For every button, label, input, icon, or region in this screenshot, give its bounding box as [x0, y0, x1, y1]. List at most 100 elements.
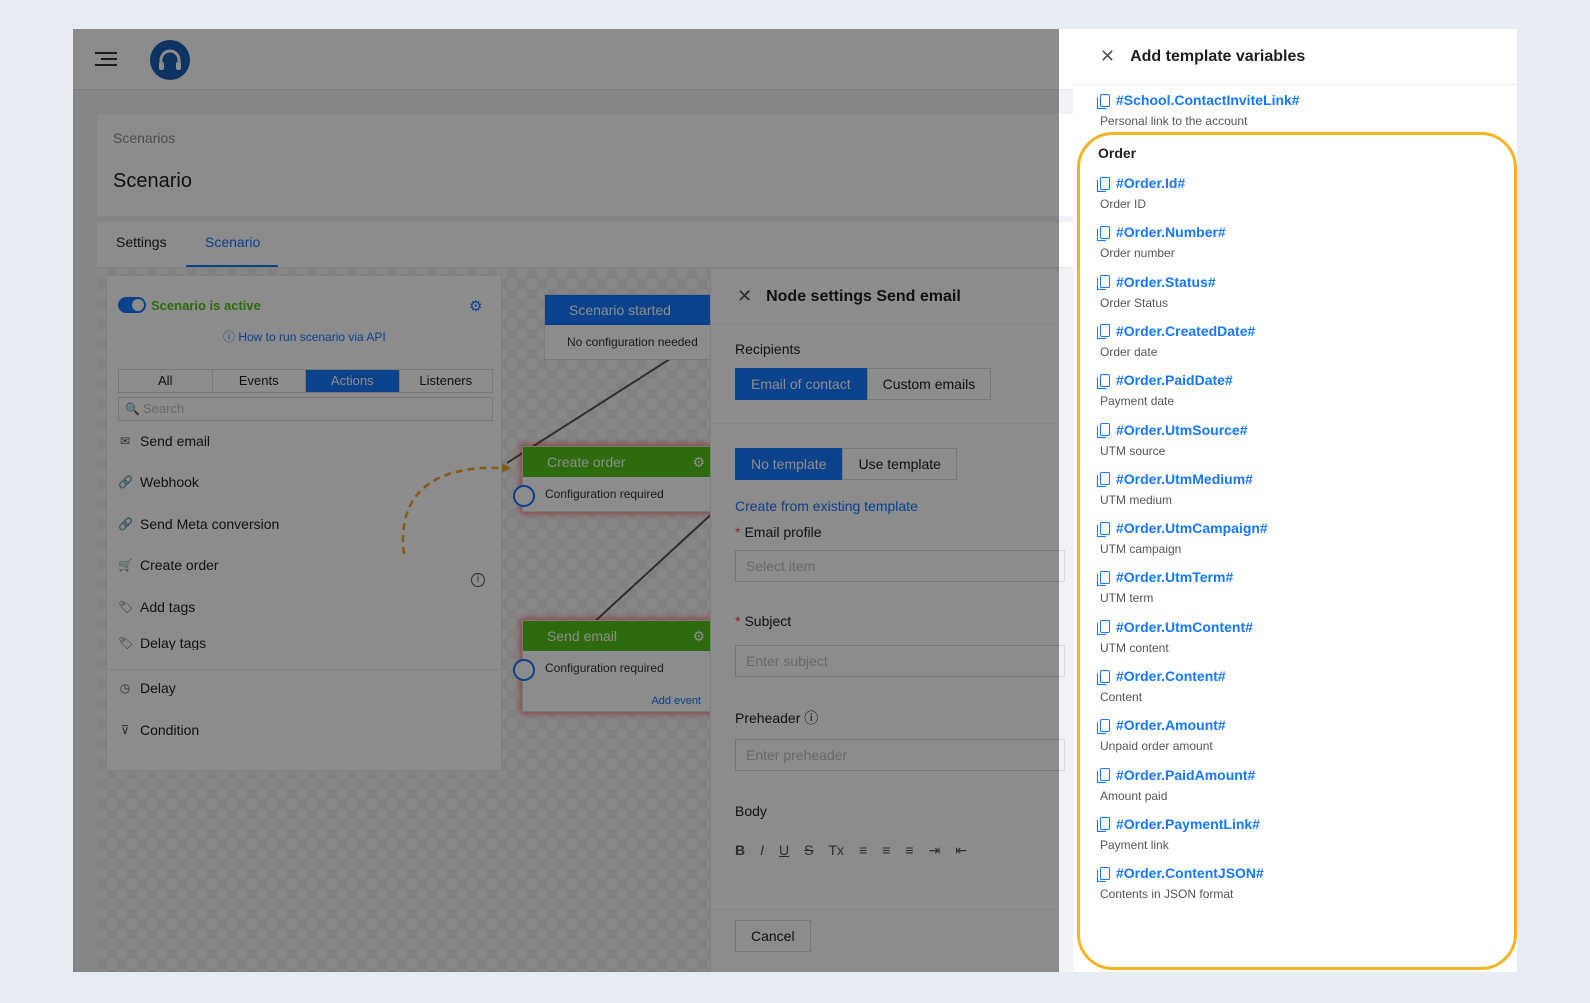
variable-desc: Order date	[1100, 344, 1158, 359]
variable-desc: UTM content	[1100, 640, 1169, 655]
variable-item[interactable]: #School.ContactInviteLink# Personal link…	[1097, 92, 1300, 128]
variable-code[interactable]: #Order.UtmContent#	[1116, 619, 1253, 635]
copy-icon[interactable]	[1097, 324, 1110, 340]
copy-icon[interactable]	[1097, 423, 1110, 438]
scenario-canvas[interactable]: Scenario is active ⚙ ⓘ How to run scenar…	[97, 269, 724, 972]
variable-code[interactable]: #Order.UtmMedium#	[1116, 471, 1253, 487]
node-input-port[interactable]	[513, 659, 535, 681]
email-of-contact-button[interactable]: Email of contact	[735, 368, 867, 400]
variable-code[interactable]: #Order.Number#	[1116, 224, 1226, 240]
copy-icon[interactable]	[1097, 817, 1110, 833]
align-left-button[interactable]: ≡	[859, 842, 867, 859]
copy-icon[interactable]	[1097, 570, 1110, 586]
variable-item[interactable]: #Order.Status# Order Status	[1097, 274, 1216, 310]
node-create-order[interactable]: Create order ⚙ Configuration required	[513, 446, 712, 512]
page-title: Scenario	[113, 170, 192, 192]
italic-button[interactable]: I	[760, 842, 764, 859]
template-variables-panel: ✕ Add template variables #School.Contact…	[1073, 29, 1517, 972]
variable-item[interactable]: #Order.Content# Content	[1097, 668, 1226, 704]
variable-desc: Amount paid	[1100, 788, 1168, 803]
subject-input[interactable]: Enter subject	[735, 645, 1065, 677]
editor-toolbar: B I U S Tx ≡ ≡ ≡ ⇥ ⇤	[735, 842, 967, 859]
underline-button[interactable]: U	[779, 842, 789, 859]
breadcrumb[interactable]: Scenarios	[113, 130, 175, 146]
connection-line	[591, 508, 717, 625]
copy-icon[interactable]	[1097, 225, 1110, 241]
variable-item[interactable]: #Order.UtmMedium# UTM medium	[1097, 471, 1253, 507]
recipients-switch: Email of contact Custom emails	[735, 368, 992, 400]
variable-code[interactable]: #Order.PaidAmount#	[1116, 767, 1255, 783]
copy-icon[interactable]	[1097, 373, 1110, 389]
variable-item[interactable]: #Order.Id# Order ID	[1097, 175, 1185, 211]
variable-code[interactable]: #Order.UtmCampaign#	[1116, 520, 1268, 536]
use-template-button[interactable]: Use template	[842, 448, 957, 480]
variable-code[interactable]: #Order.CreatedDate#	[1116, 323, 1255, 339]
copy-icon[interactable]	[1097, 176, 1110, 192]
variable-code[interactable]: #School.ContactInviteLink#	[1116, 92, 1300, 108]
indent-button[interactable]: ⇥	[929, 842, 941, 859]
panel-title: Add template variables	[1130, 47, 1306, 65]
variable-item[interactable]: #Order.UtmCampaign# UTM campaign	[1097, 520, 1268, 556]
variable-code[interactable]: #Order.UtmSource#	[1116, 422, 1248, 438]
clear-format-button[interactable]: Tx	[828, 842, 844, 859]
variable-code[interactable]: #Order.PaidDate#	[1116, 372, 1233, 388]
variable-item[interactable]: #Order.PaymentLink# Payment link	[1097, 816, 1260, 852]
menu-icon[interactable]	[95, 50, 117, 68]
variable-item[interactable]: #Order.UtmContent# UTM content	[1097, 619, 1253, 655]
node-send-email[interactable]: Send email ⚙ Configuration required Add ev…	[513, 620, 712, 712]
node-settings-drawer: ✕ Node settings Send email Recipients Em…	[710, 269, 1065, 972]
variable-item[interactable]: #Order.UtmTerm# UTM term	[1097, 569, 1233, 605]
recipients-label: Recipients	[735, 341, 801, 357]
variable-code[interactable]: #Order.ContentJSON#	[1116, 865, 1264, 881]
copy-icon[interactable]	[1097, 620, 1110, 636]
align-right-button[interactable]: ≡	[905, 842, 913, 859]
copy-icon[interactable]	[1097, 93, 1110, 109]
variable-code[interactable]: #Order.Amount#	[1116, 717, 1226, 733]
variable-desc: Order ID	[1100, 197, 1147, 211]
bold-button[interactable]: B	[735, 842, 745, 859]
variable-code[interactable]: #Order.Status#	[1116, 274, 1216, 290]
copy-icon[interactable]	[1097, 768, 1110, 784]
strikethrough-button[interactable]: S	[804, 842, 813, 859]
copy-icon[interactable]	[1097, 669, 1110, 685]
info-icon[interactable]: ⓘ	[804, 710, 818, 726]
node-input-port[interactable]	[513, 485, 535, 507]
variable-item[interactable]: #Order.Amount# Unpaid order amount	[1097, 717, 1226, 753]
copy-icon[interactable]	[1097, 275, 1110, 291]
tab-settings[interactable]: Settings	[116, 234, 167, 250]
copy-icon[interactable]	[1097, 472, 1110, 488]
variable-code[interactable]: #Order.Id#	[1116, 175, 1185, 191]
variable-item[interactable]: #Order.CreatedDate# Order date	[1097, 323, 1255, 359]
close-icon[interactable]: ✕	[737, 286, 752, 307]
cancel-button[interactable]: Cancel	[735, 920, 811, 952]
node-body: Configuration required Add event	[513, 651, 711, 711]
variable-code[interactable]: #Order.UtmTerm#	[1116, 569, 1233, 585]
gear-icon[interactable]: ⚙	[692, 447, 705, 477]
copy-icon[interactable]	[1097, 718, 1110, 734]
email-profile-select[interactable]: Select item	[735, 550, 1065, 582]
variable-code[interactable]: #Order.PaymentLink#	[1116, 816, 1260, 832]
close-icon[interactable]: ✕	[1100, 46, 1115, 67]
tab-scenario[interactable]: Scenario	[205, 234, 260, 250]
copy-icon[interactable]	[1097, 521, 1110, 537]
copy-icon[interactable]	[1097, 866, 1110, 882]
preheader-label-text: Preheader	[735, 710, 801, 726]
node-scenario-started[interactable]: Scenario started No configuration needed	[544, 294, 724, 360]
create-from-template-link[interactable]: Create from existing template	[735, 498, 918, 514]
gear-icon[interactable]: ⚙	[692, 621, 705, 651]
variable-item[interactable]: #Order.PaidDate# Payment date	[1097, 372, 1233, 408]
no-template-button[interactable]: No template	[735, 448, 843, 480]
preheader-input[interactable]: Enter preheader	[735, 739, 1065, 771]
variable-item[interactable]: #Order.PaidAmount# Amount paid	[1097, 767, 1255, 803]
add-event-link[interactable]: Add event	[651, 695, 701, 707]
template-switch: No template Use template	[735, 448, 957, 480]
variable-item[interactable]: #Order.UtmSource# UTM source	[1097, 422, 1248, 458]
variable-item[interactable]: #Order.ContentJSON# Contents in JSON form…	[1097, 865, 1264, 901]
body-label: Body	[735, 803, 767, 819]
headset-icon[interactable]	[150, 40, 190, 80]
variable-item[interactable]: #Order.Number# Order number	[1097, 224, 1226, 260]
variable-code[interactable]: #Order.Content#	[1116, 668, 1226, 684]
outdent-button[interactable]: ⇤	[955, 842, 967, 859]
custom-emails-button[interactable]: Custom emails	[866, 368, 992, 400]
align-center-button[interactable]: ≡	[882, 842, 890, 859]
